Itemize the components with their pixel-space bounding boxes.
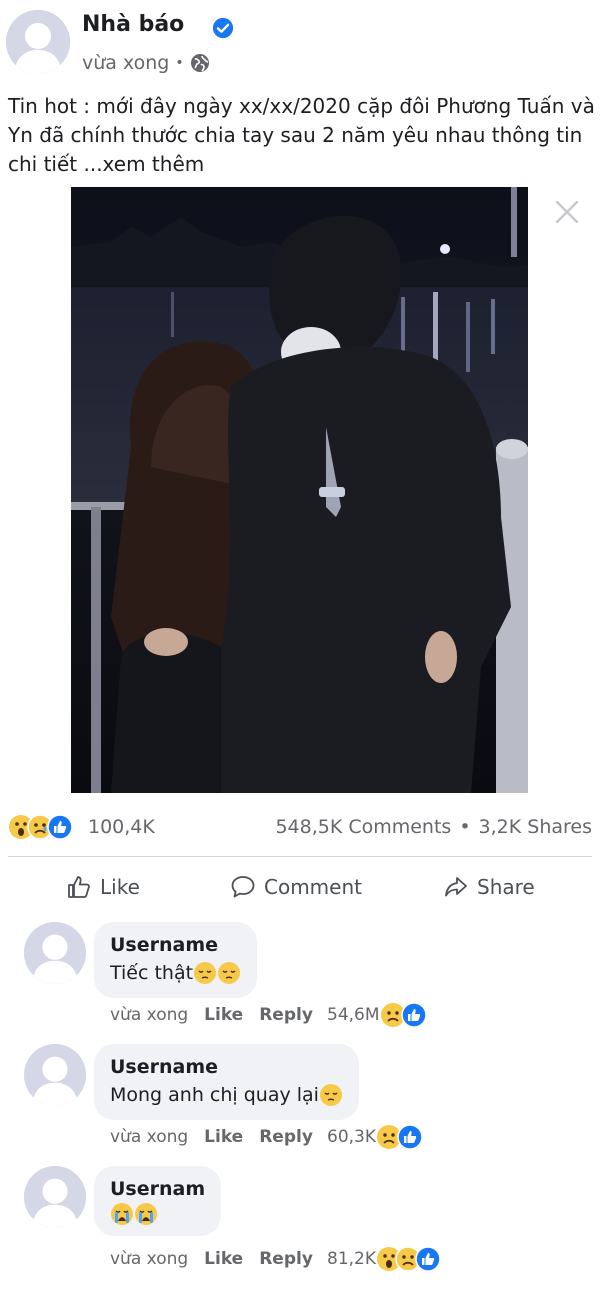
divider xyxy=(8,856,592,857)
post-photo[interactable] xyxy=(71,187,528,793)
verified-badge-icon xyxy=(212,17,234,39)
stats-separator: • xyxy=(459,816,471,838)
post-meta: vừa xong • xyxy=(82,50,210,76)
like-button[interactable]: Like xyxy=(66,874,140,900)
comment-meta: vừa xong Like Reply xyxy=(110,1124,313,1150)
comment-bubble[interactable]: Username Mong anh chị quay lại xyxy=(94,1044,359,1120)
post-timestamp[interactable]: vừa xong xyxy=(82,52,169,74)
close-icon[interactable] xyxy=(553,198,581,226)
comment-like-button[interactable]: Like xyxy=(204,1249,243,1269)
comment-like-button[interactable]: Like xyxy=(204,1005,243,1025)
like-reaction-icon xyxy=(415,1246,441,1272)
comment-username[interactable]: Usernam xyxy=(110,1176,205,1202)
author-avatar[interactable] xyxy=(6,10,70,74)
pensive-emoji-icon xyxy=(319,1083,343,1107)
comment-text-content: Mong anh chị quay lại xyxy=(110,1084,319,1106)
thumbs-up-icon xyxy=(68,876,90,898)
comment-text: Tiếc thật xyxy=(110,958,241,988)
like-reaction-icon xyxy=(47,814,73,840)
comment-reactions[interactable]: 54,6M xyxy=(327,1002,428,1028)
comments-shares: 548,5K Comments • 3,2K Shares xyxy=(275,816,592,838)
action-bar: Like Comment Share xyxy=(0,868,600,912)
pensive-emoji-icon xyxy=(193,961,217,985)
post-header: Nhà báo vừa xong • xyxy=(0,0,600,90)
comment-reactions[interactable]: 60,3K xyxy=(327,1124,424,1150)
author-name[interactable]: Nhà báo xyxy=(82,12,184,37)
comment-meta: vừa xong Like Reply xyxy=(110,1246,313,1272)
crying-emoji-icon xyxy=(110,1202,134,1226)
comment-reply-button[interactable]: Reply xyxy=(259,1249,313,1269)
shares-count[interactable]: 3,2K Shares xyxy=(479,816,592,838)
comment-bubble-icon xyxy=(231,876,255,898)
globe-icon xyxy=(190,54,209,72)
comment-reaction-count: 81,2K xyxy=(327,1249,376,1269)
comment-bubble[interactable]: Username Tiếc thật xyxy=(94,922,258,998)
comment-reaction-count: 54,6M xyxy=(327,1005,380,1025)
comment-reply-button[interactable]: Reply xyxy=(259,1005,313,1025)
share-button[interactable]: Share xyxy=(443,874,535,900)
meta-separator: • xyxy=(175,55,184,71)
crying-emoji-icon xyxy=(134,1202,158,1226)
comment-username[interactable]: Username xyxy=(110,1054,343,1080)
comment-time: vừa xong xyxy=(110,1249,189,1269)
comment-text: Mong anh chị quay lại xyxy=(110,1080,343,1110)
comment-reactions[interactable]: 81,2K xyxy=(327,1246,442,1272)
comment-reaction-icons xyxy=(377,1246,441,1272)
share-label: Share xyxy=(477,875,535,899)
commenter-avatar[interactable] xyxy=(24,1166,86,1228)
reaction-stack[interactable] xyxy=(8,814,74,840)
share-arrow-icon xyxy=(445,877,467,897)
comment-button[interactable]: Comment xyxy=(230,874,600,900)
like-reaction-icon xyxy=(397,1124,423,1150)
comment-time: vừa xong xyxy=(110,1127,189,1147)
commenter-avatar[interactable] xyxy=(24,1044,86,1106)
comment-reaction-icons xyxy=(377,1124,423,1150)
comment-reaction-count: 60,3K xyxy=(327,1127,376,1147)
reactions-count[interactable]: 100,4K xyxy=(88,816,155,838)
comment-username[interactable]: Username xyxy=(110,932,241,958)
commenter-avatar[interactable] xyxy=(24,922,86,984)
post-text: Tin hot : mới đây ngày xx/xx/2020 cặp đô… xyxy=(8,94,595,176)
comment-reply-button[interactable]: Reply xyxy=(259,1127,313,1147)
comment-bubble[interactable]: Usernam xyxy=(94,1166,222,1236)
comment-meta: vừa xong Like Reply xyxy=(110,1002,313,1028)
comment-text xyxy=(110,1202,205,1226)
like-label: Like xyxy=(100,875,140,899)
post-stats: 100,4K 548,5K Comments • 3,2K Shares xyxy=(0,810,600,844)
comment-like-button[interactable]: Like xyxy=(204,1127,243,1147)
pensive-emoji-icon xyxy=(217,961,241,985)
comments-count[interactable]: 548,5K Comments xyxy=(275,816,451,838)
like-reaction-icon xyxy=(400,1002,427,1028)
comment-label: Comment xyxy=(264,875,362,899)
comment-time: vừa xong xyxy=(110,1005,189,1025)
comment-reaction-icons xyxy=(380,1002,427,1028)
comment-text-content: Tiếc thật xyxy=(110,962,194,984)
